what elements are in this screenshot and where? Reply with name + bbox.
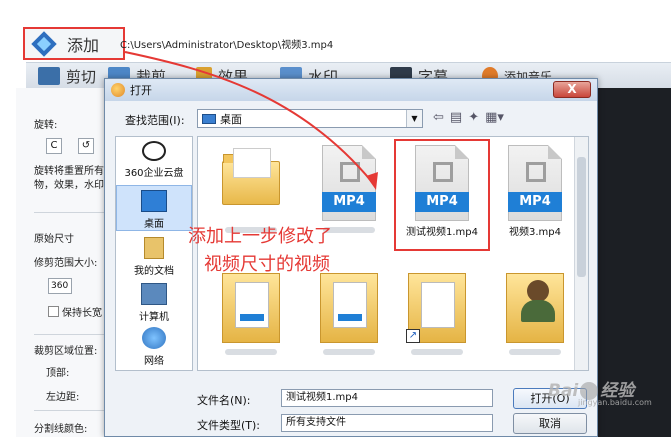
cancel-button[interactable]: 取消 <box>513 413 587 434</box>
rotate-note-line2: 物，效果，水印 <box>34 180 104 191</box>
place-label: 桌面 <box>144 219 164 230</box>
place-label: 360企业云盘 <box>124 168 184 179</box>
add-button[interactable]: 添加 <box>23 27 125 60</box>
blurred-label <box>323 349 375 355</box>
new-folder-icon[interactable]: ✦ <box>468 110 479 125</box>
blurred-label <box>411 349 463 355</box>
dialog-nav-toolbar: ⇦ ▤ ✦ ▦▾ <box>433 110 504 125</box>
folder-icon <box>222 148 280 205</box>
screenshot-root: 添加 C:\Users\Administrator\Desktop\视频3.mp… <box>0 0 671 437</box>
crop-settings-panel: 旋转: C ↺ 旋转将重置所有 物，效果，水印 原始尺寸 修剪范围大小: 360… <box>16 88 114 437</box>
add-media-icon <box>31 30 57 57</box>
user-folder-icon <box>506 273 564 343</box>
mp4-badge: MP4 <box>508 192 562 212</box>
watermark-url: jingyan.baidu.com <box>578 398 652 407</box>
mp4-file-icon: MP4 <box>415 145 469 221</box>
cloud-icon <box>142 141 166 161</box>
width-input[interactable]: 360 <box>48 278 72 294</box>
tab-cut[interactable]: 剪切 <box>38 63 96 89</box>
left-offset-label: 左边距: <box>46 392 80 403</box>
file-type-label: 文件类型(T): <box>197 419 261 432</box>
list-item-shortcut-folder[interactable]: ↗ <box>394 267 480 355</box>
look-in-label: 查找范围(I): <box>125 114 185 127</box>
divider <box>34 334 114 335</box>
place-360-cloud[interactable]: 360企业云盘 <box>116 141 192 179</box>
close-button[interactable]: X <box>553 81 591 98</box>
place-network[interactable]: 网络 <box>116 327 192 367</box>
rotate-clockwise-button[interactable]: C <box>46 138 62 154</box>
mp4-badge: MP4 <box>415 192 469 212</box>
shortcut-arrow-icon: ↗ <box>406 329 420 343</box>
places-bar: 360企业云盘 桌面 我的文档 计算机 网络 <box>115 136 193 371</box>
crop-range-label: 修剪范围大小: <box>34 258 98 269</box>
look-in-select[interactable]: 桌面 ▼ <box>197 109 423 128</box>
top-offset-label: 顶部: <box>46 368 70 379</box>
rotate-note-line1: 旋转将重置所有 <box>34 166 104 177</box>
keep-ratio-checkbox[interactable] <box>48 306 59 317</box>
list-item-user-folder[interactable] <box>492 267 578 355</box>
file-name: 视频3.mp4 <box>509 227 561 238</box>
app-icon <box>111 83 125 97</box>
network-icon <box>142 327 166 349</box>
documents-icon <box>144 237 164 259</box>
folder-icon <box>320 273 378 343</box>
blurred-label <box>509 349 561 355</box>
add-button-label: 添加 <box>67 35 100 55</box>
place-documents[interactable]: 我的文档 <box>116 237 192 277</box>
file-type-select[interactable]: 所有支持文件 <box>281 414 493 432</box>
mp4-file-icon: MP4 <box>322 145 376 221</box>
list-item-video-3[interactable]: MP4 视频3.mp4 <box>492 145 578 238</box>
place-desktop[interactable]: 桌面 <box>116 185 192 231</box>
place-computer[interactable]: 计算机 <box>116 283 192 323</box>
list-item-folder[interactable] <box>208 267 294 355</box>
rotate-counterclockwise-button[interactable]: ↺ <box>78 138 94 154</box>
view-menu-icon[interactable]: ▦▾ <box>485 110 504 125</box>
computer-icon <box>141 283 167 305</box>
annotation-text-line1: 添加上一步修改了 <box>188 226 332 247</box>
desktop-icon <box>141 190 167 212</box>
original-size-label: 原始尺寸 <box>34 234 74 245</box>
dialog-title: 打开 <box>130 84 152 97</box>
tab-cut-label: 剪切 <box>66 67 97 86</box>
divider <box>34 410 114 411</box>
list-item-folder[interactable] <box>306 267 392 355</box>
blurred-label <box>225 349 277 355</box>
file-list-scrollbar[interactable] <box>574 137 588 370</box>
list-item-video[interactable]: MP4 <box>306 145 392 233</box>
divider <box>34 212 114 213</box>
place-label: 计算机 <box>139 312 169 323</box>
desktop-icon <box>202 113 216 124</box>
up-folder-icon[interactable]: ▤ <box>450 110 462 125</box>
folder-icon <box>222 273 280 343</box>
rotate-label: 旋转: <box>34 120 58 131</box>
place-label: 网络 <box>144 356 164 367</box>
split-line-color-label: 分割线颜色: <box>34 424 88 435</box>
app-header: 添加 C:\Users\Administrator\Desktop\视频3.mp… <box>0 0 671 64</box>
chevron-down-icon: ▼ <box>406 110 422 127</box>
list-item-test-video-1[interactable]: MP4 测试视频1.mp4 <box>394 139 490 251</box>
back-icon[interactable]: ⇦ <box>433 110 444 125</box>
list-item-folder[interactable] <box>208 145 294 233</box>
file-name-label: 文件名(N): <box>197 394 251 407</box>
mp4-file-icon: MP4 <box>508 145 562 221</box>
film-icon <box>38 67 60 85</box>
annotation-text-line2: 视频尺寸的视频 <box>204 254 330 275</box>
mp4-badge: MP4 <box>322 192 376 212</box>
watermark-text-left: Bai <box>548 381 579 401</box>
look-in-value: 桌面 <box>220 112 242 126</box>
place-label: 我的文档 <box>134 266 174 277</box>
scroll-thumb[interactable] <box>577 157 586 277</box>
file-name-input[interactable]: 测试视频1.mp4 <box>281 389 493 407</box>
open-file-dialog: 打开 X 查找范围(I): 桌面 ▼ ⇦ ▤ ✦ ▦▾ 360企业云盘 桌面 我… <box>104 78 598 437</box>
dialog-titlebar: 打开 X <box>105 79 597 101</box>
current-file-path: C:\Users\Administrator\Desktop\视频3.mp4 <box>120 40 334 51</box>
keep-ratio-label: 保持长宽 <box>62 308 102 319</box>
file-name: 测试视频1.mp4 <box>406 227 478 238</box>
crop-position-label: 裁剪区域位置: <box>34 346 98 357</box>
